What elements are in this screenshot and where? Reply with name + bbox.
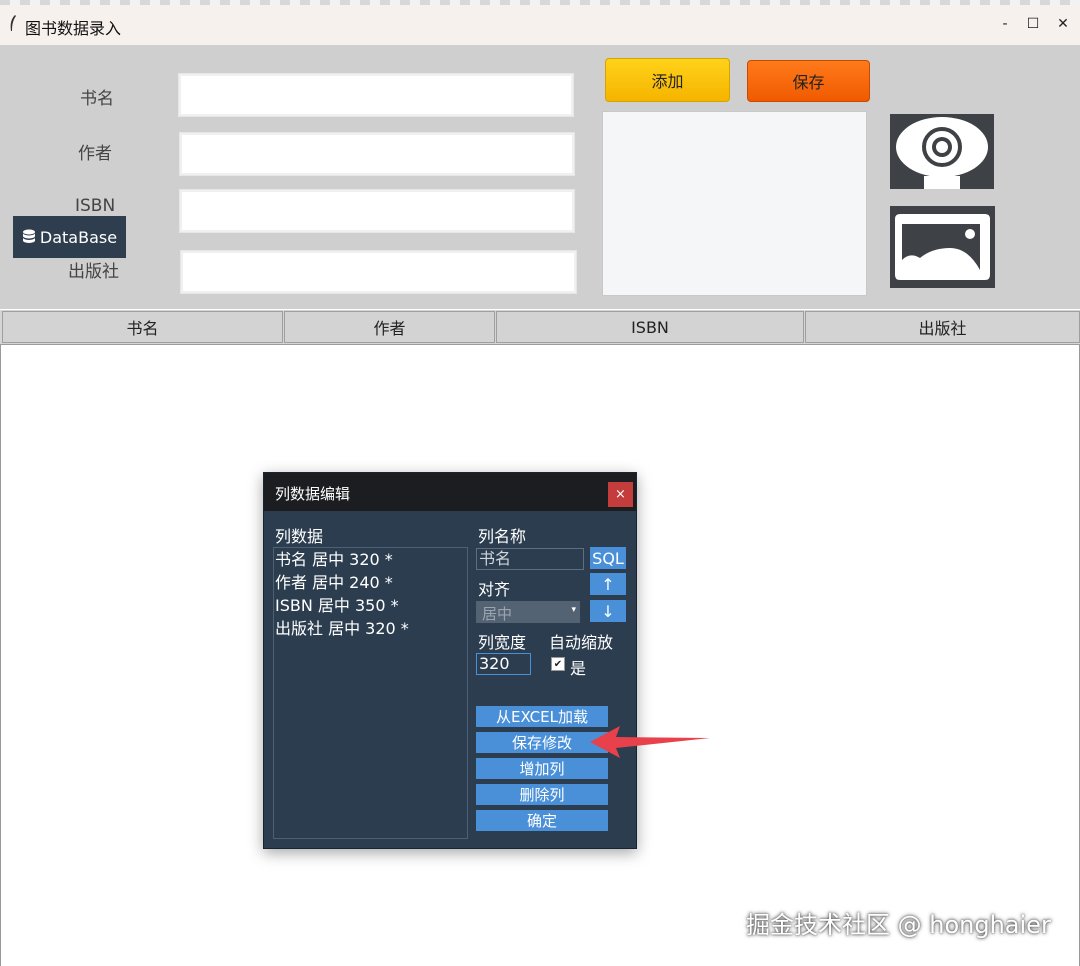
title-bar: 图书数据录入 - ☐ ✕ bbox=[0, 5, 1080, 46]
database-badge[interactable]: DataBase bbox=[13, 216, 126, 258]
list-item[interactable]: 作者 居中 240 * bbox=[274, 571, 467, 594]
dialog-close-button[interactable]: × bbox=[608, 482, 633, 507]
red-arrow-annotation bbox=[590, 726, 710, 758]
column-width-input[interactable]: 320 bbox=[476, 653, 531, 675]
image-icon[interactable] bbox=[890, 206, 995, 288]
column-name-label: 列名称 bbox=[478, 527, 527, 546]
delete-column-button[interactable]: 删除列 bbox=[476, 784, 608, 805]
webcam-icon[interactable] bbox=[890, 114, 994, 189]
align-select-value: 居中 bbox=[482, 605, 513, 623]
align-label: 对齐 bbox=[478, 580, 511, 599]
add-column-button[interactable]: 增加列 bbox=[476, 758, 608, 779]
publisher-label: 出版社 bbox=[68, 262, 119, 282]
table-header: 书名 作者 ISBN 出版社 bbox=[0, 310, 1080, 345]
dialog-title-bar[interactable]: 列数据编辑 × bbox=[264, 473, 636, 511]
maximize-button[interactable]: ☐ bbox=[1022, 13, 1044, 35]
sql-button[interactable]: SQL bbox=[590, 547, 626, 569]
publisher-input[interactable] bbox=[180, 250, 577, 294]
move-down-button[interactable]: ↓ bbox=[590, 600, 626, 622]
list-item[interactable]: ISBN 居中 350 * bbox=[274, 594, 467, 617]
watermark: 掘金技术社区 @ honghaier bbox=[746, 911, 1051, 939]
list-item[interactable]: 出版社 居中 320 * bbox=[274, 617, 467, 640]
add-button[interactable]: 添加 bbox=[605, 58, 730, 102]
column-edit-dialog: 列数据编辑 × 列数据 书名 居中 320 * 作者 居中 240 * ISBN… bbox=[263, 472, 637, 849]
auto-scale-yes-label: 是 bbox=[570, 659, 587, 678]
move-up-button[interactable]: ↑ bbox=[590, 573, 626, 595]
ok-button[interactable]: 确定 bbox=[476, 810, 608, 831]
isbn-label: ISBN bbox=[75, 196, 116, 216]
column-name-input[interactable]: 书名 bbox=[476, 548, 584, 570]
column-data-label: 列数据 bbox=[275, 527, 324, 546]
list-item[interactable]: 书名 居中 320 * bbox=[274, 548, 467, 571]
minimize-button[interactable]: - bbox=[994, 13, 1016, 35]
column-header-publisher[interactable]: 出版社 bbox=[805, 311, 1080, 343]
align-select[interactable]: 居中 ▾ bbox=[476, 601, 580, 623]
save-changes-button[interactable]: 保存修改 bbox=[476, 732, 608, 753]
load-from-excel-button[interactable]: 从EXCEL加载 bbox=[476, 706, 608, 727]
author-label: 作者 bbox=[78, 144, 112, 164]
isbn-input[interactable] bbox=[179, 189, 575, 233]
database-icon bbox=[22, 229, 35, 243]
column-list[interactable]: 书名 居中 320 * 作者 居中 240 * ISBN 居中 350 * 出版… bbox=[273, 547, 468, 839]
book-name-label: 书名 bbox=[80, 89, 114, 109]
auto-scale-checkbox[interactable]: ✔ bbox=[551, 657, 565, 671]
close-button[interactable]: ✕ bbox=[1052, 13, 1074, 35]
dialog-title: 列数据编辑 bbox=[275, 485, 351, 503]
column-header-author[interactable]: 作者 bbox=[284, 311, 495, 343]
auto-scale-label: 自动缩放 bbox=[549, 633, 614, 652]
author-input[interactable] bbox=[179, 132, 575, 176]
column-header-book-name[interactable]: 书名 bbox=[2, 311, 283, 343]
window-title: 图书数据录入 bbox=[25, 19, 122, 38]
database-badge-label: DataBase bbox=[39, 227, 118, 247]
save-button[interactable]: 保存 bbox=[747, 60, 870, 102]
image-preview bbox=[602, 111, 867, 296]
chevron-down-icon: ▾ bbox=[571, 605, 576, 615]
column-header-isbn[interactable]: ISBN bbox=[496, 311, 804, 343]
feather-icon bbox=[10, 15, 16, 31]
column-width-label: 列宽度 bbox=[478, 633, 527, 652]
book-name-input[interactable] bbox=[178, 73, 574, 117]
